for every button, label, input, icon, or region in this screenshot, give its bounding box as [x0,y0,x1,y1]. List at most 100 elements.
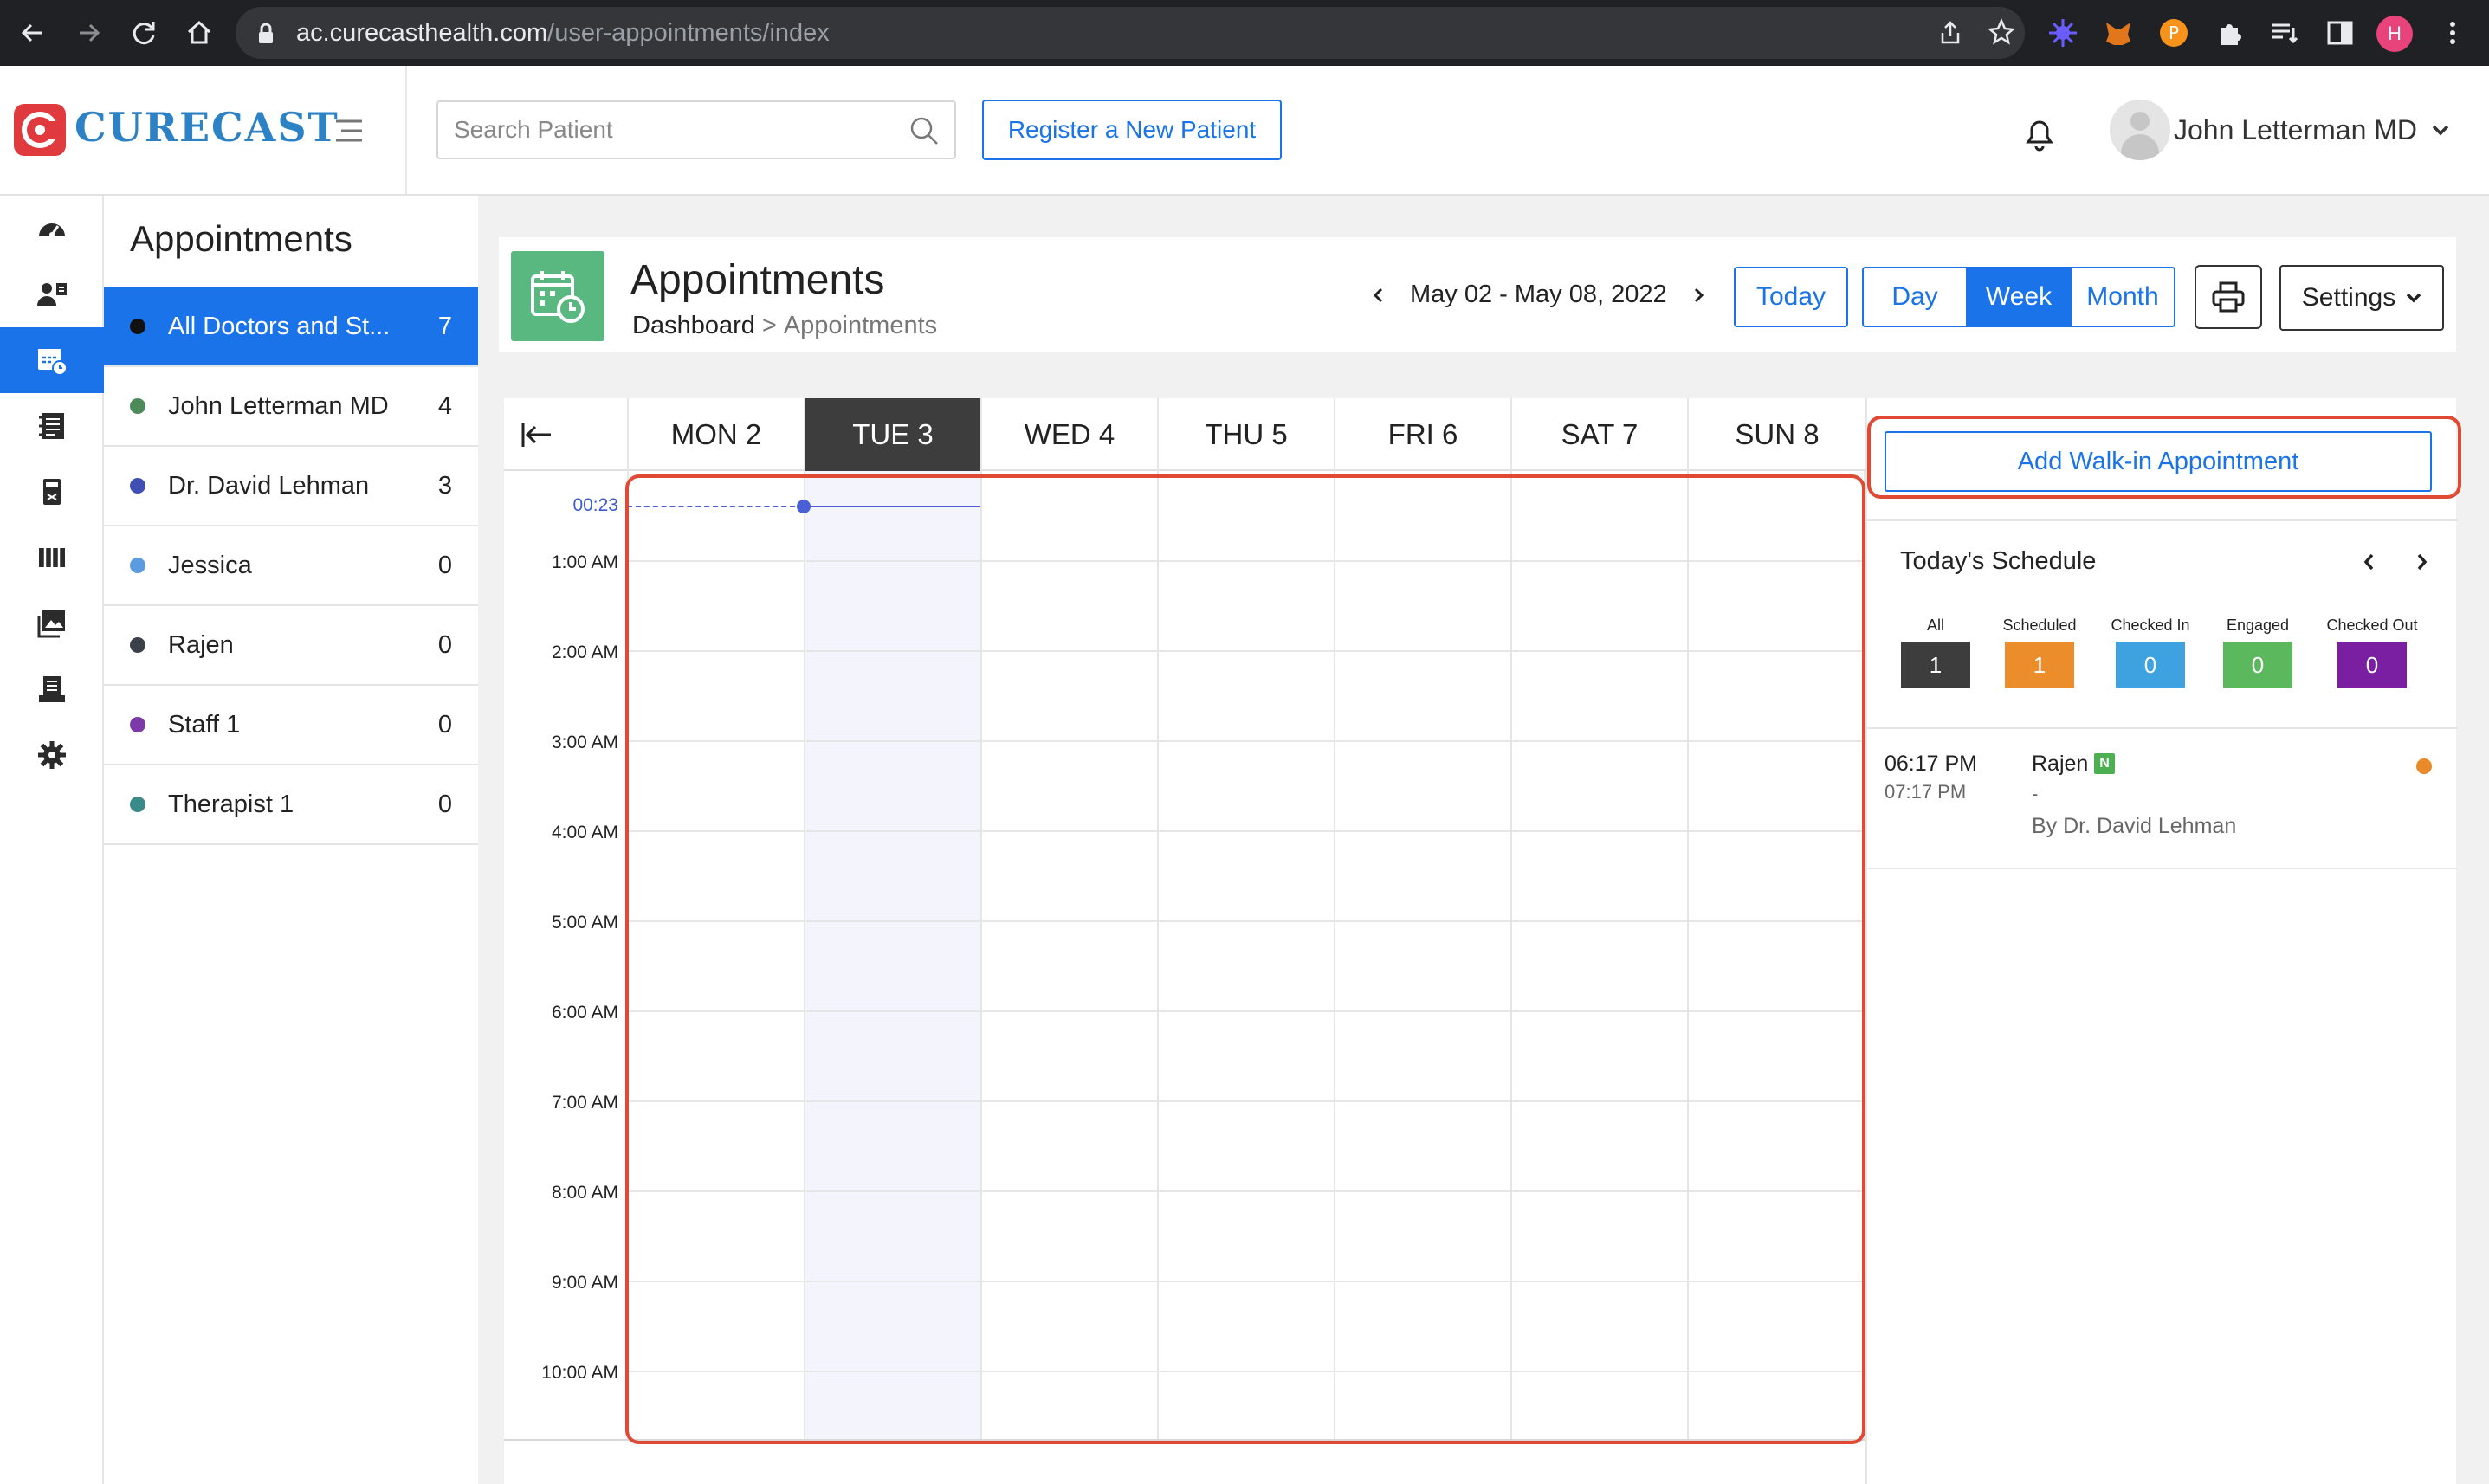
calendar-clock-icon [38,349,68,376]
app-header: CURECAST Register a New Patient John Let… [0,66,2489,196]
puzzle-extensions-icon[interactable] [2212,16,2247,50]
view-switcher: Day Week Month [1862,267,2175,327]
bookmark-star-icon[interactable] [1987,17,2016,47]
doctor-count: 0 [437,710,452,739]
user-card-icon [37,283,67,306]
rail-library[interactable] [0,525,104,590]
doctor-name: Rajen [168,630,234,659]
brand: CURECAST [0,66,407,194]
hamburger-menu-icon[interactable] [334,118,364,144]
stat-value: 1 [2005,642,2074,688]
user-menu[interactable]: John Letterman MD [2110,99,2450,161]
calculator-icon [43,479,61,505]
rail-reports[interactable] [0,656,104,722]
rail-billing[interactable] [0,459,104,525]
profile-initial: H [2388,23,2402,44]
collapse-sidebar-arrow-icon[interactable] [520,417,554,452]
day-header-sat[interactable]: SAT 7 [1510,398,1687,471]
stat-value: 0 [2116,642,2185,688]
day-header-tue[interactable]: TUE 3 [804,398,980,471]
breadcrumb: Dashboard > Appointments [632,312,937,340]
print-button[interactable] [2195,265,2262,329]
day-header-wed[interactable]: WED 4 [980,398,1157,471]
settings-dropdown-button[interactable]: Settings [2279,265,2444,331]
rail-settings[interactable] [0,722,104,788]
kebab-menu-icon[interactable] [2435,16,2470,50]
doctor-item-therapist-1[interactable]: Therapist 1 0 [104,765,478,845]
logo-text[interactable]: CURECAST [74,104,339,151]
coin-extension-icon[interactable]: P [2156,16,2191,50]
appointment-item[interactable]: 06:17 PM 07:17 PM Rajen N - By Dr. David… [1867,727,2458,869]
day-header-fri[interactable]: FRI 6 [1334,398,1510,471]
register-new-patient-button[interactable]: Register a New Patient [982,100,1282,160]
doctor-color-dot [130,717,145,732]
doctor-item-david-lehman[interactable]: Dr. David Lehman 3 [104,447,478,526]
stat-all[interactable]: All 1 [1888,616,1983,688]
appointment-provider: By Dr. David Lehman [2032,814,2237,838]
back-arrow-icon[interactable] [16,16,50,50]
breadcrumb-dashboard[interactable]: Dashboard [632,312,755,339]
stat-engaged[interactable]: Engaged 0 [2210,616,2305,688]
appointment-status-dot [2416,758,2432,774]
reading-list-icon[interactable] [2267,16,2302,50]
doctor-color-dot [130,398,145,414]
next-week-chevron-icon[interactable] [1686,282,1712,308]
rail-appointments[interactable] [0,327,104,393]
todays-schedule-header: Today's Schedule [1867,519,2458,603]
profile-avatar[interactable]: H [2376,16,2413,52]
icon-rail [0,196,104,1484]
stat-checked-in[interactable]: Checked In 0 [2103,616,2198,688]
doctor-list-title: Appointments [130,218,352,259]
doctor-count: 0 [437,551,452,579]
metamask-fox-icon[interactable] [2101,16,2136,50]
rail-patients[interactable] [0,261,104,327]
view-month-button[interactable]: Month [2072,268,2174,326]
prev-week-chevron-icon[interactable] [1365,282,1391,308]
day-header-mon[interactable]: MON 2 [627,398,804,471]
doctor-name: Jessica [168,551,252,579]
forward-arrow-icon[interactable] [71,16,106,50]
stat-scheduled[interactable]: Scheduled 1 [1992,616,2087,688]
doctor-color-dot [130,319,145,334]
search-icon[interactable] [908,114,941,147]
bell-icon[interactable] [2021,114,2058,152]
doctor-item-john-letterman[interactable]: John Letterman MD 4 [104,367,478,447]
curecast-logo-icon[interactable] [12,102,68,158]
doctor-name: Dr. David Lehman [168,471,370,500]
schedule-next-chevron-icon[interactable] [2408,547,2437,577]
doctor-count: 0 [437,790,452,818]
view-day-button[interactable]: Day [1864,268,1968,326]
new-patient-badge: N [2094,753,2115,774]
doctor-color-dot [130,797,145,812]
doctor-item-all[interactable]: All Doctors and St... 7 [104,287,478,367]
week-calendar: MON 2 TUE 3 WED 4 THU 5 FRI 6 SAT 7 SUN … [504,398,1865,1484]
rail-records[interactable] [0,393,104,459]
day-header-sun[interactable]: SUN 8 [1687,398,1865,471]
doctor-item-staff-1[interactable]: Staff 1 0 [104,686,478,765]
doctor-count: 0 [437,630,452,659]
doctor-item-rajen[interactable]: Rajen 0 [104,606,478,686]
search-box [436,100,956,159]
address-bar[interactable]: ac.curecasthealth.com/user-appointments/… [236,7,2025,59]
search-patient-input[interactable] [438,102,906,158]
day-header-thu[interactable]: THU 5 [1157,398,1334,471]
notebook-icon [39,413,64,439]
reload-icon[interactable] [126,16,161,50]
extension-sparkle-icon[interactable] [2046,16,2080,50]
doctor-item-jessica[interactable]: Jessica 0 [104,526,478,606]
current-time-label: 00:23 [572,495,618,515]
today-button[interactable]: Today [1734,267,1848,327]
stat-checked-out[interactable]: Checked Out 0 [2324,616,2420,688]
stat-value: 0 [2337,642,2407,688]
side-panel-icon[interactable] [2323,16,2357,50]
appointment-patient-name[interactable]: Rajen [2032,752,2088,777]
lock-icon [259,23,273,43]
todays-schedule-title: Today's Schedule [1900,547,2097,575]
schedule-prev-chevron-icon[interactable] [2354,547,2383,577]
share-icon[interactable] [1936,19,1964,47]
home-icon[interactable] [182,16,217,50]
view-week-button[interactable]: Week [1968,268,2072,326]
rail-gallery[interactable] [0,590,104,656]
appointment-reason: - [2032,783,2039,804]
rail-dashboard[interactable] [0,196,104,261]
